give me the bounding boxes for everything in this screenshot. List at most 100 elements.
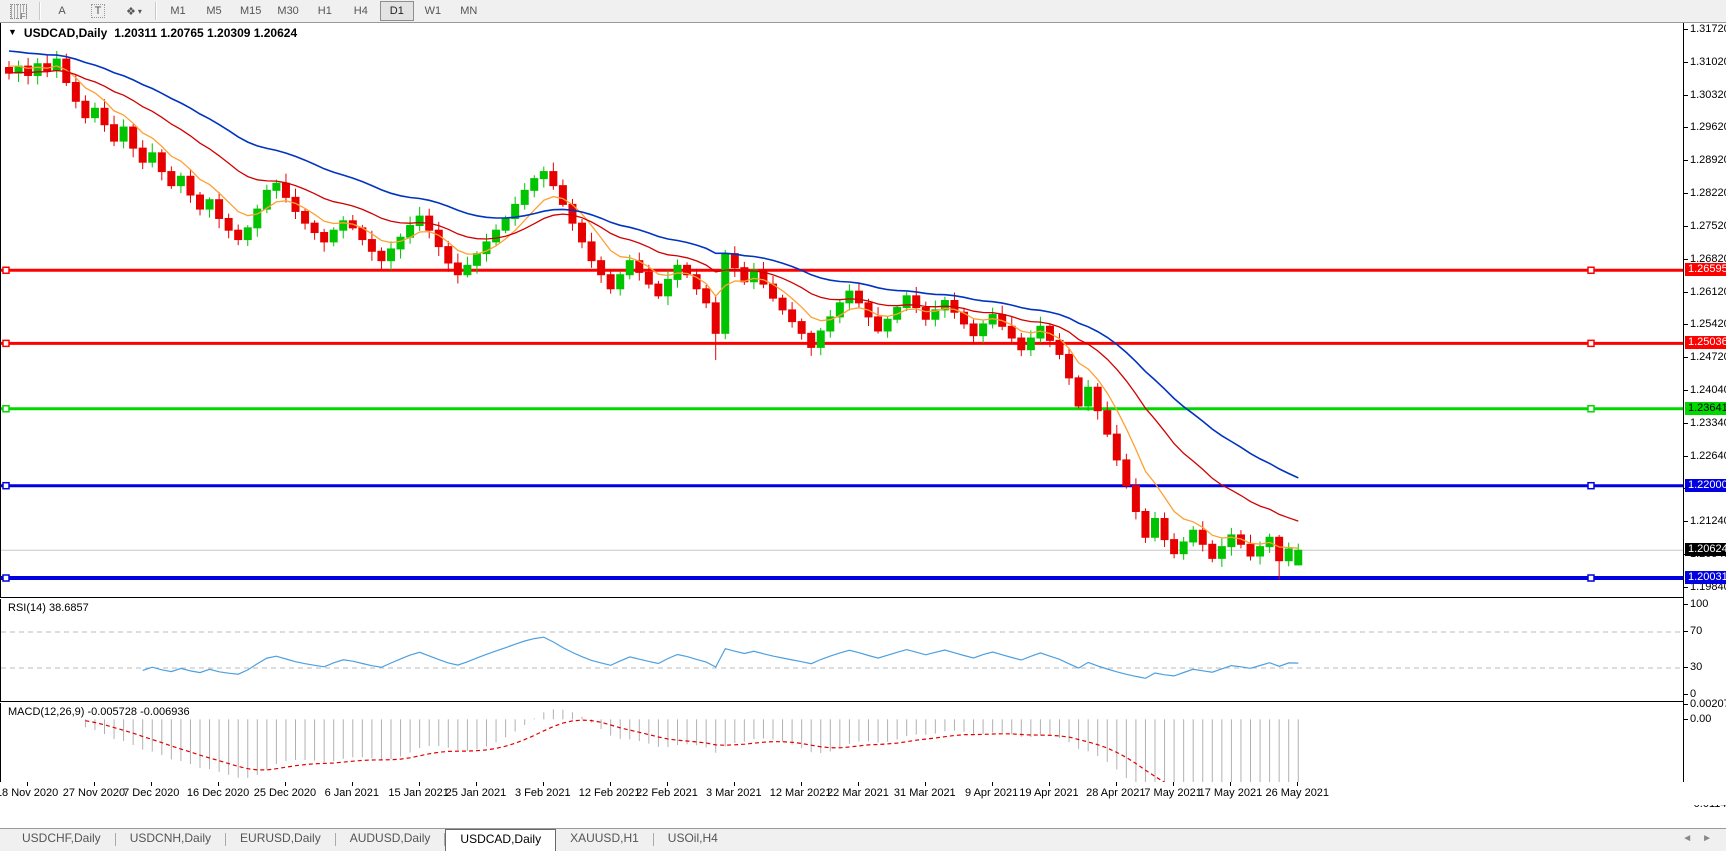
chevron-down-icon: ▾ [137,6,142,16]
period-button-w1[interactable]: W1 [416,1,450,21]
price-tick-1.28220: 1.28220 [1684,187,1726,199]
toolbar-separator [155,2,157,20]
text-label-button[interactable]: A [45,1,79,21]
line-handle[interactable] [1587,574,1595,582]
tab-xauusd[interactable]: XAUUSD,H1 [556,829,653,848]
period-button-mn[interactable]: MN [452,1,486,21]
period-button-h1[interactable]: H1 [308,1,342,21]
date-label-18-Nov-2020: 18 Nov 2020 [0,787,59,799]
chart-title: ▼ USDCAD,Daily 1.20311 1.20765 1.20309 1… [8,26,297,40]
objects-dropdown-button[interactable]: ❖ ▾ [117,1,151,21]
tab-usdcnh[interactable]: USDCNH,Daily [116,829,225,848]
date-label-15-Jan-2021: 15 Jan 2021 [388,787,449,799]
line-handle[interactable] [2,266,10,275]
objects-icon: ❖ [126,5,136,18]
mt4-window: F A T ❖ ▾ M1 M5 M15 M30 H1 H4 D1 W1 MN ▼ USDCAD,… [0,0,1726,851]
date-tick [1230,782,1232,786]
toolbar-separator [39,2,41,20]
date-tick [218,782,220,786]
main-chart-pane[interactable]: ▼ USDCAD,Daily 1.20311 1.20765 1.20309 1… [0,23,1684,597]
rsi-tick-30: 30 [1683,661,1703,673]
period-button-m5[interactable]: M5 [197,1,231,21]
date-label-12-Feb-2021: 12 Feb 2021 [578,787,641,799]
line-price-tag-1.20031: 1.20031 [1685,571,1726,584]
date-tick [1297,782,1299,786]
horizontal-line-1.22000[interactable] [1,481,1684,490]
scroll-left-icon[interactable]: ◄ [1682,833,1692,844]
price-tick-1.27520: 1.27520 [1684,220,1726,232]
rsi-pane[interactable]: RSI(14) 38.6857 [0,599,1684,701]
date-axis[interactable]: 18 Nov 2020 27 Nov 2020 7 Dec 2020 16 Dec 2… [0,782,1726,805]
grid-template-icon: F [9,3,27,21]
date-label-25-Jan-2021: 25 Jan 2021 [445,787,507,799]
period-button-h4[interactable]: H4 [344,1,378,21]
period-button-m15[interactable]: M15 [233,1,268,21]
horizontal-line-1.23641[interactable] [1,405,1684,413]
date-label-31-Mar-2021: 31 Mar 2021 [893,787,956,799]
price-tick-1.23340: 1.23340 [1684,417,1726,429]
period-button-m1[interactable]: M1 [161,1,195,21]
period-buttons: M1 M5 M15 M30 H1 H4 D1 W1 MN [160,1,487,21]
price-tick-1.31720: 1.31720 [1684,23,1726,35]
price-tick-1.24720: 1.24720 [1684,351,1726,363]
date-label-28-Apr-2021: 28 Apr 2021 [1086,787,1146,799]
line-price-tag-1.25036: 1.25036 [1685,336,1726,350]
price-tick-1.21240: 1.21240 [1684,515,1726,527]
chevron-down-icon[interactable]: ▼ [8,27,17,40]
date-tick [27,782,29,786]
line-price-tag-1.22000: 1.22000 [1685,478,1726,492]
date-label-27-Nov-2020: 27 Nov 2020 [62,787,126,799]
date-tick [284,782,286,786]
tab-usdchf[interactable]: USDCHF,Daily [8,829,115,848]
rsi-plot [1,631,1684,679]
line-handle[interactable] [2,574,10,582]
line-handle[interactable] [2,339,10,348]
moving-average-19 [8,69,1299,522]
line-handle[interactable] [2,405,10,413]
price-tick-1.25420: 1.25420 [1684,318,1726,330]
text-tool-button[interactable]: T [81,1,115,21]
tab-eurusd[interactable]: EURUSD,Daily [226,829,335,848]
date-tick [666,782,668,786]
price-tick-1.26120: 1.26120 [1684,286,1726,298]
price-tick-1.24040: 1.24040 [1684,384,1726,396]
date-tick [151,782,153,786]
macd-tick-0.002074: 0.002074 [1684,698,1726,710]
symbol-period-label: USDCAD,Daily [23,26,108,40]
date-tick [93,782,95,786]
toolbar: F A T ❖ ▾ M1 M5 M15 M30 H1 H4 D1 W1 MN [0,0,1726,23]
period-button-d1[interactable]: D1 [379,1,414,21]
tab-usdcad[interactable]: USDCAD,Daily [445,829,557,851]
line-handle[interactable] [1587,266,1595,275]
date-tick [800,782,802,786]
tab-usoil[interactable]: USOil,H4 [654,829,732,848]
date-tick [733,782,735,786]
chart-region: ▼ USDCAD,Daily 1.20311 1.20765 1.20309 1… [0,23,1726,828]
chart-template-button[interactable]: F [1,1,35,21]
line-handle[interactable] [2,481,10,490]
line-handle[interactable] [1587,481,1595,490]
tab-audusd[interactable]: AUDUSD,Daily [336,829,445,848]
period-button-m30[interactable]: M30 [270,1,305,21]
macd-tick-0.00: 0.00 [1683,713,1712,726]
date-label-25-Dec-2020: 25 Dec 2020 [253,787,317,799]
date-tick [418,782,420,786]
rsi-label: RSI(14) 38.6857 [8,602,89,614]
price-axis[interactable]: 1.31720 1.31020 1.30320 1.29620 1.28920 1.282… [1683,23,1726,810]
date-label-7-Dec-2020: 7 Dec 2020 [123,787,180,799]
candles [5,50,1303,580]
horizontal-line-1.25036[interactable] [1,339,1684,348]
line-handle[interactable] [1587,339,1595,348]
horizontal-line-1.26595[interactable] [1,266,1684,275]
date-label-12-Mar-2021: 12 Mar 2021 [769,787,832,799]
date-tick [857,782,859,786]
date-label-6-Jan-2021: 6 Jan 2021 [324,787,380,799]
date-label-26-May-2021: 26 May 2021 [1265,787,1330,799]
price-tick-1.22640: 1.22640 [1684,450,1726,462]
date-label-17-May-2021: 17 May 2021 [1198,787,1263,799]
horizontal-line-1.20031[interactable] [1,574,1684,582]
scroll-right-icon[interactable]: ► [1702,833,1712,844]
date-label-7-May-2021: 7 May 2021 [1144,787,1202,799]
date-tick [991,782,993,786]
line-handle[interactable] [1587,405,1595,413]
